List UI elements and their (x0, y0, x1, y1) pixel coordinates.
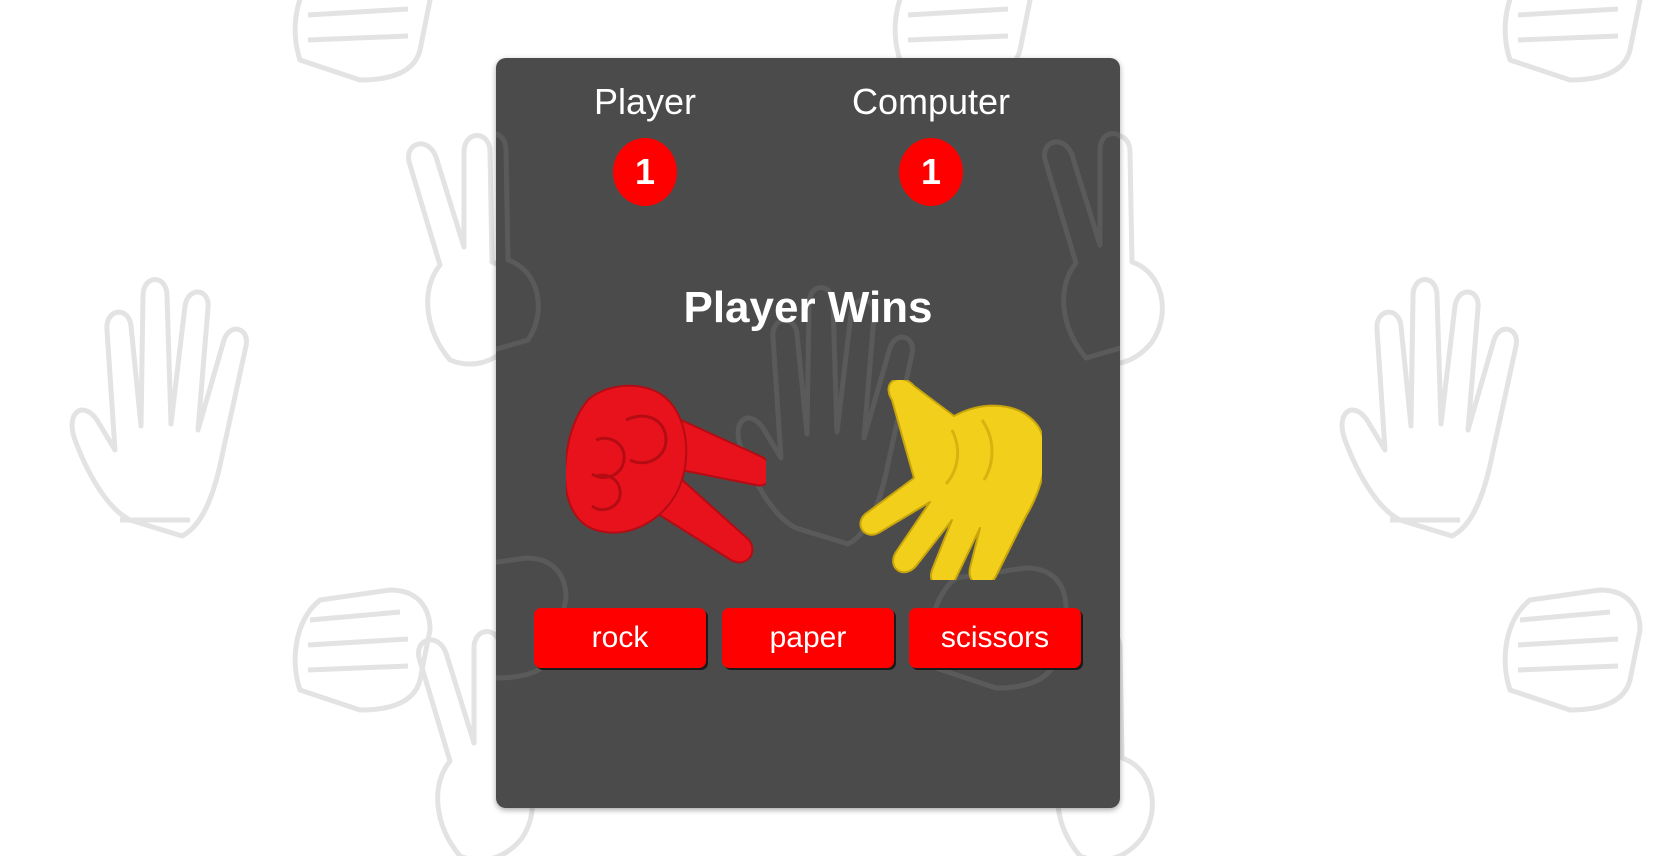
paper-hand-icon (859, 380, 1042, 580)
round-result: Player Wins (683, 283, 933, 332)
paper-button[interactable]: paper (722, 608, 894, 668)
player-label: Player (593, 81, 697, 122)
scissors-button[interactable]: scissors (909, 608, 1081, 668)
game-card: Player 1 Computer 1 Player Wins rock pap… (496, 58, 1120, 808)
player-score-panel: Player 1 (515, 80, 775, 206)
scissors-hand-icon (566, 384, 766, 564)
rock-button[interactable]: rock (534, 608, 706, 668)
computer-score-panel: Computer 1 (801, 80, 1061, 206)
computer-label: Computer (851, 81, 1011, 122)
player-score-badge: 1 (613, 138, 677, 206)
computer-score-badge: 1 (899, 138, 963, 206)
